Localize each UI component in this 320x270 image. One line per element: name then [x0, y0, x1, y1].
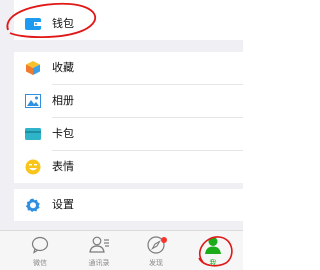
menu-item-stickers[interactable]: 表情	[14, 151, 243, 183]
favorites-cube-icon	[25, 60, 41, 76]
tab-discover[interactable]: 发现	[126, 231, 186, 270]
bottom-tab-bar: 微信 通讯录 发现 我	[0, 230, 243, 270]
menu-item-label: 表情	[52, 161, 74, 173]
smile-face-icon	[25, 159, 41, 175]
menu-item-label: 收藏	[52, 62, 74, 74]
card-wallet-icon	[25, 126, 41, 142]
menu-item-label: 卡包	[52, 128, 74, 140]
section-separator	[14, 40, 243, 52]
chat-bubble-icon	[30, 235, 50, 255]
section-separator	[14, 221, 243, 230]
menu-item-favorites[interactable]: 收藏	[14, 52, 243, 84]
menu-item-album[interactable]: 相册	[14, 85, 243, 117]
menu-item-settings[interactable]: 设置	[14, 189, 243, 221]
tab-me[interactable]: 我	[183, 231, 243, 270]
gear-icon	[25, 197, 41, 213]
album-picture-icon	[25, 93, 41, 109]
wallet-icon	[25, 16, 41, 32]
tab-label: 微信	[33, 260, 47, 267]
left-gutter	[0, 0, 14, 230]
tab-contacts[interactable]: 通讯录	[69, 231, 129, 270]
person-icon	[203, 235, 223, 255]
menu-item-wallet[interactable]: 钱包	[14, 8, 243, 40]
tab-label: 我	[209, 260, 217, 267]
tab-label: 通讯录	[88, 260, 110, 267]
discover-badge-dot	[161, 237, 167, 243]
menu-item-label: 相册	[52, 95, 74, 107]
tab-label: 发现	[149, 260, 163, 267]
me-page: 钱包 收藏 相册 卡包 表情 设置 微信 通讯录 发现 我	[0, 0, 243, 270]
menu-item-label: 钱包	[52, 18, 74, 30]
contacts-person-icon	[88, 235, 110, 255]
tab-chats[interactable]: 微信	[10, 231, 70, 270]
menu-item-cards[interactable]: 卡包	[14, 118, 243, 150]
menu-item-label: 设置	[52, 199, 74, 211]
